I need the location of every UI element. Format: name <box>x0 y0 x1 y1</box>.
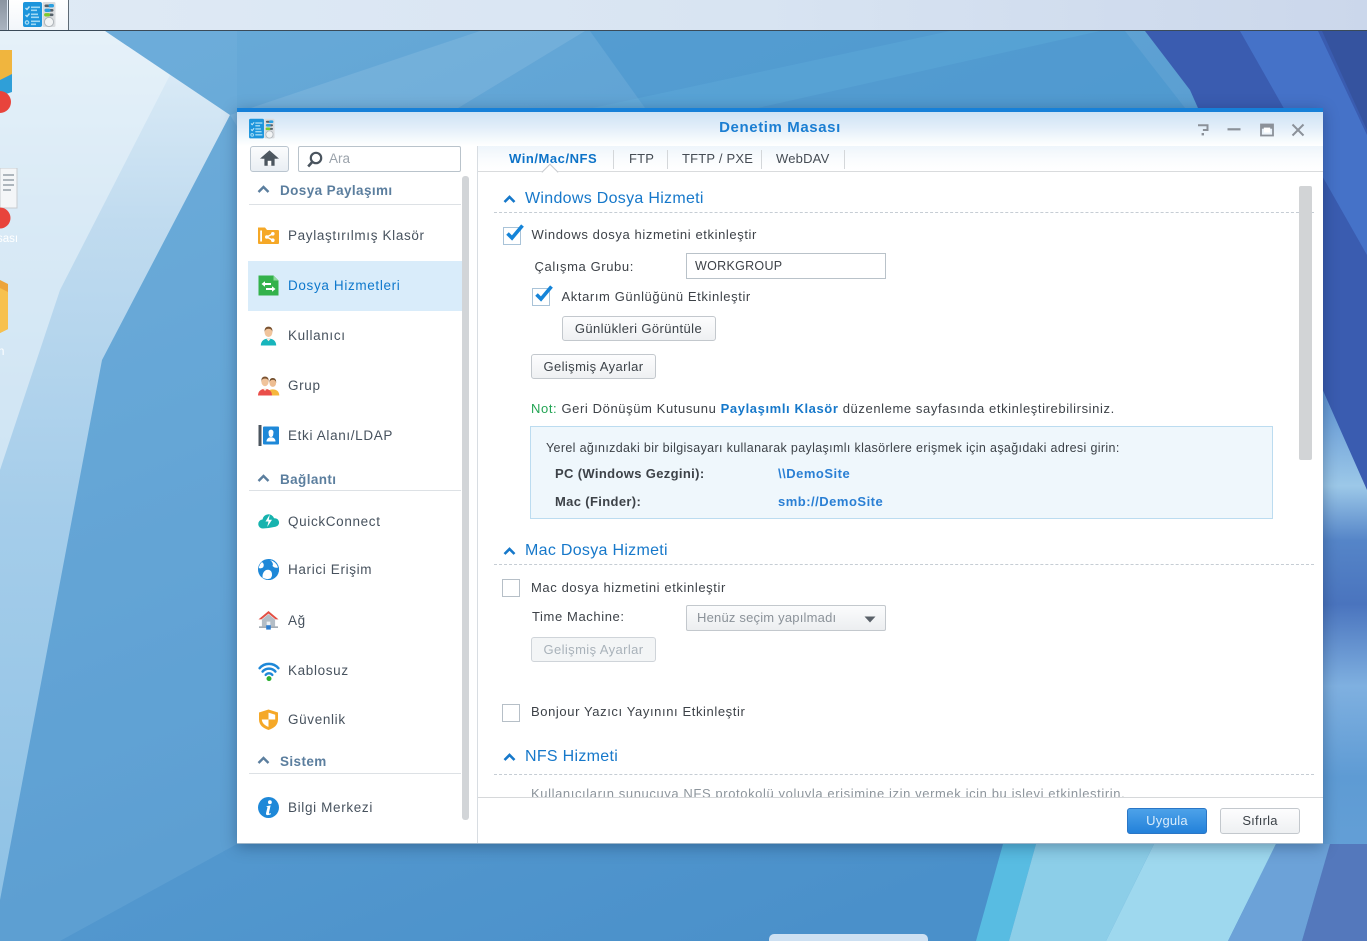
svg-text:n: n <box>0 346 4 358</box>
svg-text:sası: sası <box>0 233 18 245</box>
